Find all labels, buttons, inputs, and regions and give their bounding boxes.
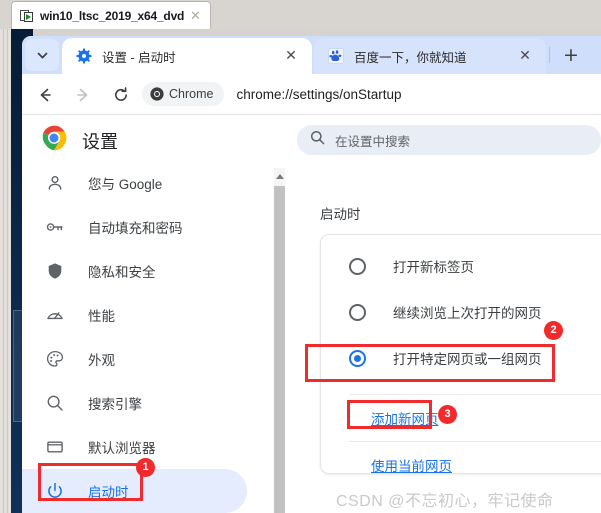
settings-page: 设置 在设置中搜索 您与 Google 自动填充和密码 隐私和安全 性能 外观 … (22, 116, 601, 513)
omnibox-chrome-chip: Chrome (142, 82, 225, 106)
browser-tab-settings-close-icon[interactable]: ✕ (284, 49, 298, 63)
radio-label: 继续浏览上次打开的网页 (393, 306, 542, 321)
scroll-up-arrow-icon[interactable] (276, 174, 284, 179)
vmware-tab-strip: win10_ltsc_2019_x64_dvd ✕ (0, 0, 601, 29)
use-current-pages-link[interactable]: 使用当前网页 (321, 442, 601, 488)
settings-header: 设置 在设置中搜索 (22, 116, 601, 161)
sidebar-label: 隐私和安全 (88, 265, 156, 280)
sidebar-item-autofill-passwords[interactable]: 自动填充和密码 (22, 205, 258, 249)
search-icon (44, 392, 66, 414)
scrollbar-thumb[interactable] (274, 186, 285, 513)
vm-thumbnail-icon (20, 9, 34, 22)
chrome-logo-icon (41, 125, 67, 151)
settings-search-placeholder: 在设置中搜索 (335, 134, 411, 149)
radio-circle-icon (349, 257, 366, 275)
tab-divider (549, 47, 550, 63)
annotation-badge-2: 2 (544, 321, 563, 340)
radio-label: 打开新标签页 (393, 260, 474, 275)
browser-tab-baidu-close-icon[interactable]: ✕ (518, 49, 532, 63)
watermark-text: CSDN @不忘初心，牢记使命 (336, 493, 554, 510)
search-icon (310, 130, 325, 150)
browser-tab-settings[interactable]: 设置 - 启动时 ✕ (62, 38, 312, 74)
sidebar-item-you-and-google[interactable]: 您与 Google (22, 161, 258, 205)
browser-tab-baidu-title: 百度一下，你就知道 (354, 50, 467, 65)
sidebar-label: 您与 Google (88, 177, 163, 192)
sidebar-label: 性能 (88, 309, 115, 324)
sidebar-item-search-engine[interactable]: 搜索引擎 (22, 381, 258, 425)
speedometer-icon (44, 304, 66, 326)
section-title-startup: 启动时 (320, 207, 361, 222)
sidebar-item-privacy-security[interactable]: 隐私和安全 (22, 249, 258, 293)
sidebar-label: 外观 (88, 353, 115, 368)
chrome-toolbar: Chrome chrome://settings/onStartup (22, 74, 601, 115)
shield-icon (44, 260, 66, 282)
annotation-box-open-specific-pages (305, 344, 555, 382)
chrome-tab-bar: 设置 - 启动时 ✕ 百度一下，你就知道 ✕ + (22, 36, 601, 74)
person-icon (44, 172, 66, 194)
omnibox-url-text[interactable]: chrome://settings/onStartup (236, 87, 401, 102)
annotation-badge-1: 1 (136, 458, 155, 477)
sidebar-scrollbar[interactable] (274, 168, 285, 513)
reload-icon[interactable] (110, 84, 132, 106)
arrow-left-icon[interactable] (34, 84, 56, 106)
vmware-tab-close-icon[interactable]: ✕ (189, 9, 202, 22)
sidebar-label: 默认浏览器 (88, 441, 156, 456)
gear-icon (76, 48, 92, 64)
omnibox-chip-label: Chrome (169, 87, 214, 101)
sidebar-item-performance[interactable]: 性能 (22, 293, 258, 337)
sidebar-item-appearance[interactable]: 外观 (22, 337, 258, 381)
sidebar-label: 自动填充和密码 (88, 221, 183, 236)
radio-open-new-tab-page[interactable]: 打开新标签页 (321, 243, 601, 289)
browser-tab-settings-title: 设置 - 启动时 (102, 50, 176, 65)
arrow-right-icon (72, 84, 94, 106)
window-icon (44, 436, 66, 458)
annotation-badge-3: 3 (438, 405, 457, 424)
palette-icon (44, 348, 66, 370)
use-current-pages-label: 使用当前网页 (371, 459, 452, 474)
annotation-box-add-new-page (347, 400, 432, 429)
browser-tab-baidu[interactable]: 百度一下，你就知道 ✕ (314, 38, 546, 74)
radio-circle-icon (349, 303, 366, 321)
new-tab-button[interactable]: + (560, 45, 582, 67)
omnibox[interactable]: Chrome chrome://settings/onStartup (142, 80, 601, 108)
baidu-paw-icon (328, 48, 344, 64)
screenshot-root: win10_ltsc_2019_x64_dvd ✕ 设置 - 启动时 ✕ 百度一… (0, 0, 601, 513)
settings-title: 设置 (82, 132, 118, 152)
vmware-left-rail (0, 29, 11, 513)
sidebar-label: 搜索引擎 (88, 397, 142, 412)
key-icon (44, 216, 66, 238)
vmware-vm-tab-title: win10_ltsc_2019_x64_dvd (40, 8, 185, 23)
chrome-window: 设置 - 启动时 ✕ 百度一下，你就知道 ✕ + Chrome chrome:/… (22, 36, 601, 513)
settings-search-input[interactable]: 在设置中搜索 (297, 125, 601, 155)
chrome-logo-icon (150, 87, 164, 101)
annotation-box-startup-sidebar (38, 463, 143, 501)
tab-search-chevron-down-icon[interactable] (25, 39, 59, 71)
vmware-vm-tab[interactable]: win10_ltsc_2019_x64_dvd ✕ (11, 1, 211, 29)
